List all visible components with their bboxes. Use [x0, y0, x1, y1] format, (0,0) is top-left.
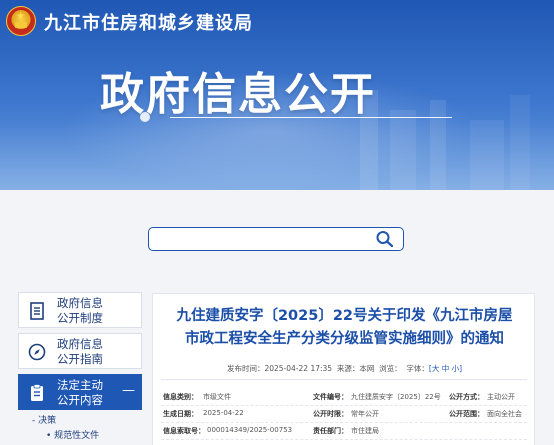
info-key: 责任部门：: [313, 427, 348, 435]
font-label: 字体：: [406, 364, 429, 373]
sidebar-item-label: 政府信息 公开制度: [57, 296, 103, 326]
info-key: 公开时限：: [313, 410, 348, 418]
publish-time: 2025-04-22 17:35: [264, 364, 333, 373]
info-key: 信息类别：: [163, 393, 198, 401]
document-title: 九住建质安字〔2025〕22号关于印发《九江市房屋 市政工程安全生产分类分级监管…: [153, 305, 536, 351]
gate-icon: [15, 22, 27, 28]
national-emblem-icon[interactable]: ★: [6, 6, 36, 36]
info-key: 生成日期：: [163, 410, 198, 418]
document-icon: [30, 302, 44, 320]
decorative-line: [170, 117, 452, 118]
sidebar-subitem-normative-docs[interactable]: • 规范性文件: [46, 428, 99, 441]
banner-haze: [0, 120, 554, 190]
views-label: 浏览：: [379, 364, 402, 373]
label-line: 政府信息: [57, 337, 103, 351]
info-value: 2025-04-22: [203, 409, 244, 417]
table-row: 信息索取号： 000014349/2025-00753 责任部门： 市住建局: [161, 423, 527, 440]
decorative-dot: [140, 112, 150, 122]
info-key: 文件编号：: [313, 393, 348, 401]
site-name[interactable]: 九江市住房和城乡建设局: [44, 9, 253, 35]
sidebar-item-disclosure-system[interactable]: 政府信息 公开制度: [18, 292, 142, 328]
document-meta: 发布时间：2025-04-22 17:35 来源：本网 浏览： 字体：[大 中 …: [153, 363, 536, 374]
info-value: 九住建质安字〔2025〕22号: [351, 393, 441, 401]
divider: [161, 379, 527, 380]
label-line: 政府信息: [57, 296, 103, 310]
collapse-toggle-icon[interactable]: —: [122, 383, 135, 398]
title-line: 九住建质安字〔2025〕22号关于印发《九江市房屋: [176, 308, 513, 324]
sidebar-item-statutory-content[interactable]: 法定主动 公开内容 —: [18, 374, 142, 410]
info-value: 常年公开: [351, 410, 379, 418]
title-line: 市政工程安全生产分类分级监管实施细则》的通知: [185, 331, 504, 347]
info-value: 000014349/2025-00753: [207, 426, 293, 434]
header-banner: ★ 九江市住房和城乡建设局 政府信息公开: [0, 0, 554, 190]
sidebar-item-disclosure-guide[interactable]: 政府信息 公开指南: [18, 333, 142, 369]
info-key: 信息索取号：: [163, 427, 205, 435]
label-line: 公开制度: [57, 311, 103, 325]
publish-label: 发布时间：: [226, 364, 265, 373]
clipboard-icon: [31, 384, 43, 401]
compass-icon: [28, 343, 46, 361]
label-line: 法定主动: [57, 378, 103, 392]
info-key: 公开方式：: [449, 393, 484, 401]
search-box[interactable]: [148, 227, 404, 251]
info-value: 面向全社会: [487, 410, 522, 418]
sidebar-subitem-decision[interactable]: - 决策: [32, 413, 56, 426]
label-line: 公开指南: [57, 352, 103, 366]
source-label: 来源：: [336, 364, 360, 373]
star-icon: ★: [16, 11, 25, 22]
sidebar-item-label: 法定主动 公开内容: [57, 378, 103, 408]
info-value: 市住建局: [351, 427, 379, 435]
label-line: 公开内容: [57, 393, 103, 407]
document-panel: 九住建质安字〔2025〕22号关于印发《九江市房屋 市政工程安全生产分类分级监管…: [152, 293, 535, 445]
search-icon[interactable]: [375, 230, 395, 248]
search-input[interactable]: [155, 230, 365, 248]
table-row: 生成日期： 2025-04-22 公开时限： 常年公开 公开范围： 面向全社会: [161, 406, 527, 423]
source-value: 本网: [359, 364, 375, 373]
table-row: 信息类别： 市级文件 文件编号： 九住建质安字〔2025〕22号 公开方式： 主…: [161, 389, 527, 406]
sidebar-item-label: 政府信息 公开指南: [57, 337, 103, 367]
info-value: 市级文件: [203, 393, 231, 401]
info-key: 公开范围：: [449, 410, 484, 418]
font-size-switcher[interactable]: [大 中 小]: [429, 364, 462, 373]
info-value: 主动公开: [487, 393, 515, 401]
